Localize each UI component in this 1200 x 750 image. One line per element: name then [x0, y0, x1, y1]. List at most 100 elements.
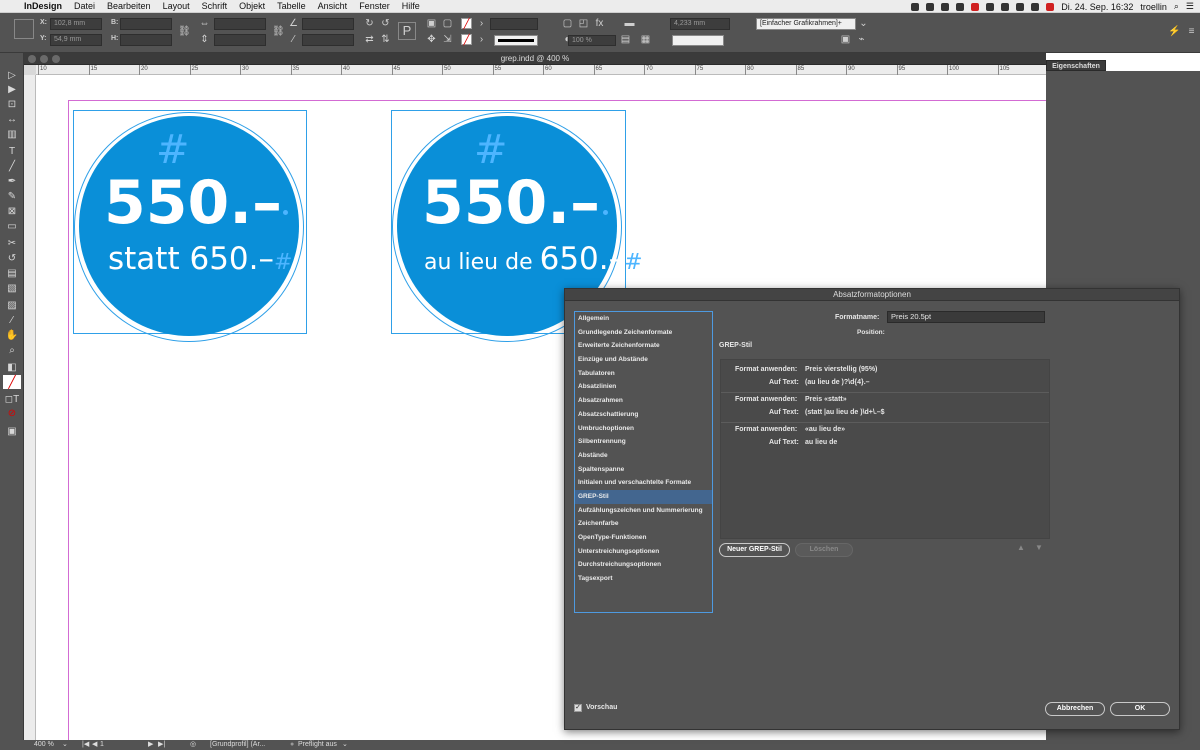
on-text-value[interactable]: (au lieu de )?\d{4}.– [805, 379, 870, 386]
category-item[interactable]: Unterstreichungsoptionen [575, 545, 712, 559]
fill-stroke-icon[interactable]: ╱ [3, 375, 21, 389]
category-item[interactable]: Erweiterte Zeichenformate [575, 339, 712, 353]
category-item[interactable]: Allgemein [575, 312, 712, 326]
creative-cloud-icon[interactable] [911, 2, 920, 11]
panel-menu-icon[interactable]: ≡ [1186, 26, 1197, 37]
swiss-flag-icon[interactable] [1046, 2, 1055, 11]
move-down-icon[interactable]: ▼ [1035, 543, 1043, 552]
screen-mode-icon[interactable]: ▣ [3, 425, 21, 439]
selection-tool-icon[interactable]: ▷ [3, 69, 21, 83]
properties-panel-tab[interactable]: Eigenschaften [1046, 60, 1106, 71]
menu-schrift[interactable]: Schrift [196, 0, 234, 13]
rotate-cw-icon[interactable]: ↻ [364, 18, 375, 29]
vertical-ruler[interactable] [24, 75, 36, 740]
reference-point-icon[interactable] [14, 19, 34, 39]
clock-icon[interactable] [986, 2, 995, 11]
fx-icon[interactable]: fx [594, 18, 605, 29]
rectangle-tool-icon[interactable]: ▭ [3, 220, 21, 234]
tray-icon[interactable] [926, 2, 935, 11]
menu-bearbeiten[interactable]: Bearbeiten [101, 0, 157, 13]
next-page-icon[interactable]: ▶ [148, 740, 153, 750]
battery-icon[interactable] [1031, 2, 1040, 11]
zoom-menu-icon[interactable]: ⌄ [62, 740, 68, 750]
corner-options-icon[interactable]: ◰ [578, 18, 589, 29]
gradient-feather-tool-icon[interactable]: ▧ [3, 282, 21, 296]
menu-datei[interactable]: Datei [68, 0, 101, 13]
document-tab-title[interactable]: grep.indd @ 400 % [24, 53, 1046, 65]
frame-fit-icon[interactable]: ▢ [562, 18, 573, 29]
stroke-style-field[interactable] [494, 35, 538, 46]
scale-x-field[interactable] [214, 18, 266, 30]
select-content-icon[interactable]: ▢ [442, 18, 453, 29]
select-container-icon[interactable]: ▣ [426, 18, 437, 29]
rotate-ccw-icon[interactable]: ↺ [380, 18, 391, 29]
category-item[interactable]: Absatzschattierung [575, 408, 712, 422]
ruler-origin[interactable] [24, 65, 36, 75]
stroke-menu-icon[interactable]: › [476, 34, 487, 45]
fill-swatch-field[interactable] [490, 18, 538, 30]
last-page-icon[interactable]: ▶| [158, 740, 165, 750]
ok-button[interactable]: OK [1110, 702, 1170, 716]
preflight-profile[interactable]: [Grundprofil] (Ar... [210, 740, 265, 750]
object-style-menu-icon[interactable]: ⌄ [858, 18, 869, 29]
grep-rule[interactable]: Format anwenden: Preis «statt» Auf Text: (s… [721, 393, 1049, 421]
page-tool-icon[interactable]: ⊡ [3, 98, 21, 112]
line-tool-icon[interactable]: ╱ [3, 160, 21, 174]
zoom-level[interactable]: 400 % [34, 740, 54, 750]
content-collector-icon[interactable]: ▥ [3, 128, 21, 142]
stroke-color-field[interactable] [672, 35, 724, 46]
apply-format-value[interactable]: Preis vierstellig (95%) [805, 366, 877, 373]
cancel-button[interactable]: Abbrechen [1045, 702, 1105, 716]
on-text-value[interactable]: (statt |au lieu de )\d+\.–$ [805, 409, 885, 416]
menu-objekt[interactable]: Objekt [233, 0, 271, 13]
scale-y-icon[interactable]: ⇕ [199, 34, 210, 45]
previous-page-icon[interactable]: ◀ [92, 740, 97, 750]
width-field[interactable] [120, 18, 172, 30]
preview-checkbox[interactable]: ✓ [574, 704, 582, 712]
y-field[interactable]: 54,9 mm [50, 34, 102, 46]
open-page-icon[interactable]: ◎ [190, 740, 196, 750]
height-field[interactable] [120, 34, 172, 46]
pencil-tool-icon[interactable]: ✎ [3, 190, 21, 204]
grep-rule[interactable]: Format anwenden: Preis vierstellig (95%) A… [721, 363, 1049, 391]
category-item[interactable]: Tagsexport [575, 572, 712, 586]
hand-tool-icon[interactable]: ✋ [3, 329, 21, 343]
select-previous-icon[interactable]: ✥ [426, 34, 437, 45]
category-item[interactable]: Einzüge und Abstände [575, 353, 712, 367]
fill-menu-icon[interactable]: › [476, 18, 487, 29]
menu-app-indesign[interactable]: InDesign [18, 0, 68, 13]
opacity-field[interactable]: 100 % [568, 35, 616, 46]
fill-none-icon[interactable]: ╱ [461, 18, 472, 30]
page-number[interactable]: 1 [100, 740, 104, 750]
direct-selection-tool-icon[interactable]: ▶ [3, 83, 21, 97]
clear-style-icon[interactable]: ⌁ [856, 34, 867, 45]
delete-grep-style-button[interactable]: Löschen [795, 543, 853, 557]
gap-tool-icon[interactable]: ↔ [3, 113, 21, 127]
shear-icon[interactable]: ⁄ [288, 34, 299, 45]
pen-tool-icon[interactable]: ✒ [3, 175, 21, 189]
scale-y-field[interactable] [214, 34, 266, 46]
eyedropper-tool-icon[interactable]: ⁄ [3, 314, 21, 328]
free-transform-tool-icon[interactable]: ↺ [3, 252, 21, 266]
zoom-tool-icon[interactable]: ⌕ [3, 344, 21, 358]
rectangle-frame-tool-icon[interactable]: ⊠ [3, 205, 21, 219]
scale-link-icon[interactable]: ⛓ [272, 26, 285, 37]
stroke-none-icon[interactable]: ╱ [461, 34, 472, 46]
sync-icon[interactable] [941, 2, 950, 11]
x-field[interactable]: 102,8 mm [50, 18, 102, 30]
stroke-weight-field[interactable]: 4,233 mm [670, 18, 730, 30]
p-icon[interactable]: P [398, 22, 416, 40]
grep-rules-list[interactable]: Format anwenden: Preis vierstellig (95%) A… [720, 359, 1050, 539]
wifi-icon[interactable] [1016, 2, 1025, 11]
format-name-input[interactable]: Preis 20.5pt [887, 311, 1045, 323]
scissors-tool-icon[interactable]: ✂ [3, 237, 21, 251]
category-item[interactable]: Umbruchoptionen [575, 422, 712, 436]
scale-x-icon[interactable]: ⇔ [199, 18, 210, 29]
preflight-menu-icon[interactable]: ⌄ [342, 740, 348, 750]
lightning-icon[interactable]: ⚡ [1168, 26, 1180, 37]
menu-datetime[interactable]: Di. 24. Sep. 16:32 [1061, 2, 1133, 12]
wrap-icon[interactable]: ▦ [640, 34, 651, 45]
category-item[interactable]: Durchstreichungsoptionen [575, 558, 712, 572]
clear-overrides-icon[interactable]: ▣ [840, 34, 851, 45]
select-next-icon[interactable]: ⇲ [442, 34, 453, 45]
